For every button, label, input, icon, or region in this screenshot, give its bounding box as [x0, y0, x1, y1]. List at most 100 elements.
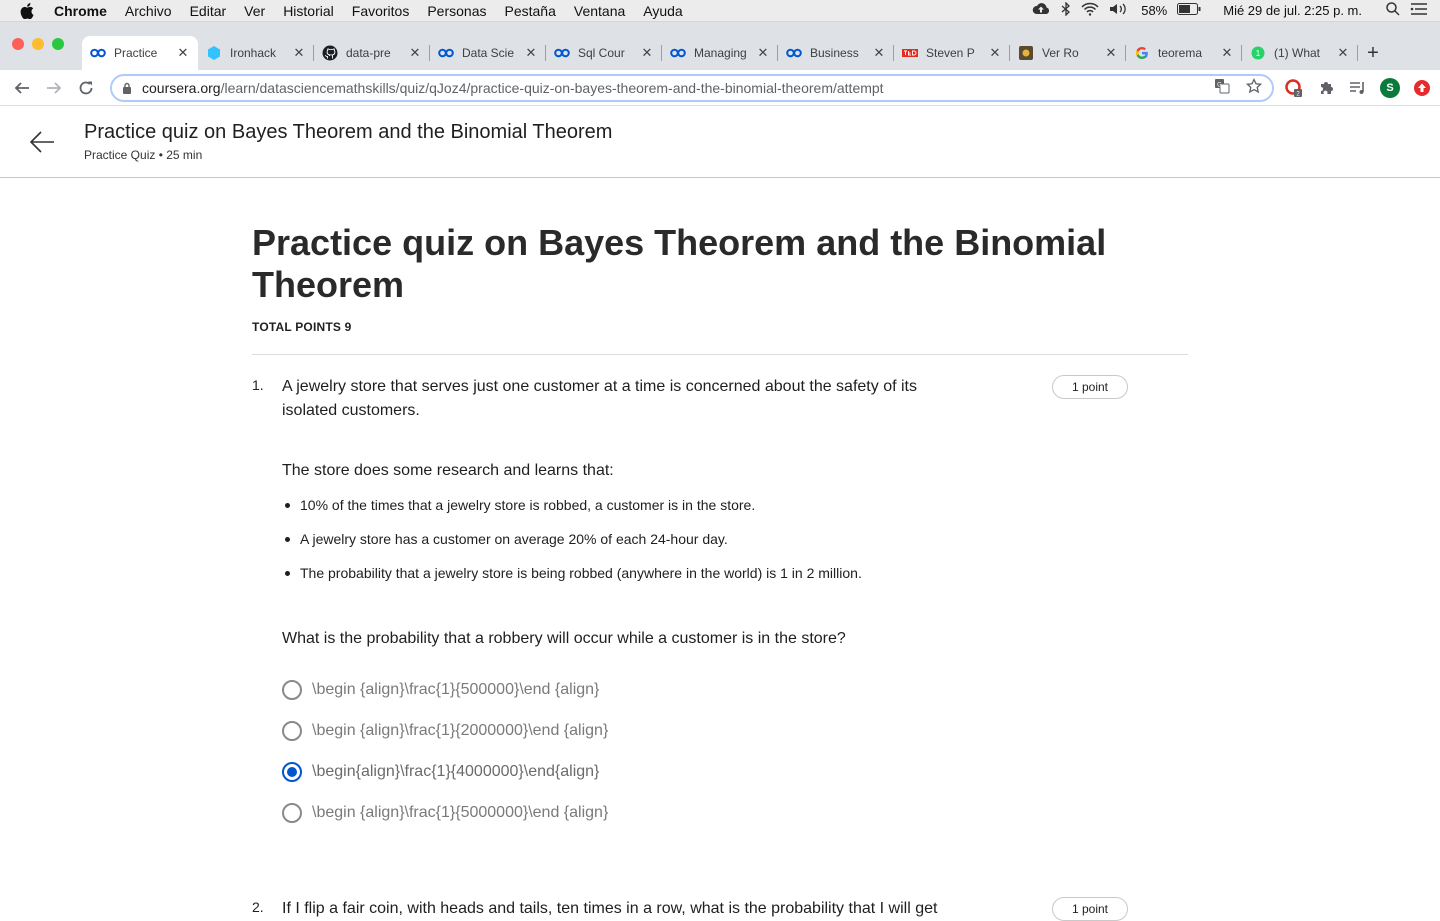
- svg-text:G: G: [1217, 82, 1222, 88]
- menu-favoritos[interactable]: Favoritos: [352, 3, 410, 19]
- close-tab-icon[interactable]: ✕: [756, 45, 770, 61]
- tab-list: Practice ✕ Ironhack ✕ data-pre ✕ Data Sc…: [82, 36, 1388, 70]
- extension-blocker-icon[interactable]: 2: [1284, 78, 1304, 98]
- menu-editar[interactable]: Editar: [190, 3, 227, 19]
- answer-options: \begin {align}\frac{1}{500000}\end {alig…: [282, 669, 1188, 833]
- list-item: The probability that a jewelry store is …: [282, 563, 1188, 597]
- tab-ironhack[interactable]: Ironhack ✕: [198, 36, 314, 70]
- coursera-icon: [438, 45, 454, 61]
- spotlight-search-icon[interactable]: [1386, 2, 1400, 19]
- whatsapp-icon: 1: [1250, 45, 1266, 61]
- answer-option[interactable]: \begin {align}\frac{1}{500000}\end {alig…: [282, 669, 1188, 710]
- new-tab-button[interactable]: +: [1358, 36, 1388, 70]
- menu-ventana[interactable]: Ventana: [574, 3, 625, 19]
- bookmark-star-icon[interactable]: [1245, 77, 1263, 97]
- window-controls: [12, 38, 64, 50]
- radio-button[interactable]: [282, 679, 302, 700]
- update-arrow-icon[interactable]: [1412, 78, 1432, 98]
- close-tab-icon[interactable]: ✕: [292, 45, 306, 61]
- menu-pestana[interactable]: Pestaña: [505, 3, 556, 19]
- close-tab-icon[interactable]: ✕: [640, 45, 654, 61]
- tab-title: Practice: [114, 46, 158, 60]
- tab-teorema[interactable]: teorema ✕: [1126, 36, 1242, 70]
- question-prompt: What is the probability that a robbery w…: [282, 630, 846, 647]
- radio-button-checked[interactable]: [282, 761, 302, 782]
- header-subtitle: Practice Quiz • 25 min: [84, 148, 203, 162]
- tab-ted[interactable]: Steven P ✕: [894, 36, 1010, 70]
- battery-percent: 58%: [1141, 3, 1168, 18]
- reading-list-icon[interactable]: [1348, 78, 1368, 98]
- option-label: \begin {align}\frac{1}{2000000}\end {ali…: [312, 721, 609, 739]
- address-bar[interactable]: coursera.org/learn/datasciencemathskills…: [110, 73, 1274, 102]
- tab-whatsapp[interactable]: 1 (1) What ✕: [1242, 36, 1358, 70]
- answer-option[interactable]: \begin {align}\frac{1}{2000000}\end {ali…: [282, 710, 1188, 751]
- reload-button[interactable]: [72, 74, 100, 102]
- macos-menubar: Chrome Archivo Editar Ver Historial Favo…: [0, 0, 1440, 22]
- menu-personas[interactable]: Personas: [427, 3, 486, 19]
- bluetooth-icon[interactable]: [1061, 1, 1071, 19]
- minimize-window-button[interactable]: [32, 38, 44, 50]
- answer-option[interactable]: \begin {align}\frac{1}{5000000}\end {ali…: [282, 792, 1188, 833]
- tab-title: Data Scie: [462, 46, 515, 60]
- close-tab-icon[interactable]: ✕: [176, 45, 190, 61]
- radio-button[interactable]: [282, 720, 302, 741]
- volume-icon[interactable]: [1109, 2, 1131, 19]
- control-center-icon[interactable]: [1410, 2, 1428, 19]
- tab-managing[interactable]: Managing ✕: [662, 36, 778, 70]
- question-paragraph: The store does some research and learns …: [282, 462, 614, 479]
- question-2: 2. 1 point If I flip a fair coin, with h…: [252, 897, 1188, 921]
- option-label: \begin{align}\frac{1}{4000000}\end{align…: [312, 762, 600, 780]
- tab-title: Steven P: [926, 46, 975, 60]
- ironhack-icon: [206, 45, 222, 61]
- menu-archivo[interactable]: Archivo: [125, 3, 172, 19]
- back-button[interactable]: [8, 74, 36, 102]
- menubar-datetime[interactable]: Mié 29 de jul. 2:25 p. m.: [1223, 3, 1362, 18]
- close-tab-icon[interactable]: ✕: [524, 45, 538, 61]
- point-badge: 1 point: [1052, 897, 1128, 921]
- close-tab-icon[interactable]: ✕: [1220, 45, 1234, 61]
- back-arrow-icon[interactable]: [28, 128, 56, 156]
- profile-avatar[interactable]: S: [1380, 77, 1400, 98]
- tab-title: Managing: [694, 46, 747, 60]
- radio-button[interactable]: [282, 802, 302, 823]
- translate-icon[interactable]: G: [1214, 78, 1230, 97]
- answer-option-selected[interactable]: \begin{align}\frac{1}{4000000}\end{align…: [282, 751, 1188, 792]
- tab-title: data-pre: [346, 46, 391, 60]
- menu-ayuda[interactable]: Ayuda: [643, 3, 682, 19]
- tab-title: (1) What: [1274, 46, 1321, 60]
- wifi-icon[interactable]: [1081, 2, 1099, 19]
- close-tab-icon[interactable]: ✕: [408, 45, 422, 61]
- menu-ver[interactable]: Ver: [244, 3, 265, 19]
- medal-icon: [1018, 45, 1034, 61]
- battery-icon[interactable]: [1177, 3, 1201, 18]
- quiz-title: Practice quiz on Bayes Theorem and the B…: [252, 222, 1107, 305]
- google-icon: [1134, 45, 1150, 61]
- lock-icon[interactable]: [122, 82, 132, 94]
- question-number: 2.: [252, 899, 264, 915]
- maximize-window-button[interactable]: [52, 38, 64, 50]
- tab-title: Business: [810, 46, 859, 60]
- question-text: If I flip a fair coin, with heads and ta…: [282, 900, 938, 917]
- tab-business[interactable]: Business ✕: [778, 36, 894, 70]
- cloud-upload-icon[interactable]: [1031, 2, 1051, 19]
- forward-button[interactable]: [40, 74, 68, 102]
- close-window-button[interactable]: [12, 38, 24, 50]
- tab-github[interactable]: data-pre ✕: [314, 36, 430, 70]
- option-label: \begin {align}\frac{1}{5000000}\end {ali…: [312, 803, 609, 821]
- quiz-content: Practice quiz on Bayes Theorem and the B…: [252, 222, 1188, 921]
- close-tab-icon[interactable]: ✕: [1104, 45, 1118, 61]
- tab-ver-ro[interactable]: Ver Ro ✕: [1010, 36, 1126, 70]
- question-bullets: 10% of the times that a jewelry store is…: [282, 495, 1188, 597]
- close-tab-icon[interactable]: ✕: [988, 45, 1002, 61]
- close-tab-icon[interactable]: ✕: [872, 45, 886, 61]
- tab-sql-course[interactable]: Sql Cour ✕: [546, 36, 662, 70]
- tab-data-science[interactable]: Data Scie ✕: [430, 36, 546, 70]
- tab-practice[interactable]: Practice ✕: [82, 36, 198, 70]
- close-tab-icon[interactable]: ✕: [1336, 45, 1350, 61]
- menu-app-name[interactable]: Chrome: [54, 3, 107, 19]
- apple-icon[interactable]: [20, 2, 36, 19]
- menu-historial[interactable]: Historial: [283, 3, 334, 19]
- tab-title: Ironhack: [230, 46, 277, 60]
- question-1: 1. 1 point A jewelry store that serves j…: [252, 375, 1188, 833]
- extensions-puzzle-icon[interactable]: [1316, 78, 1336, 98]
